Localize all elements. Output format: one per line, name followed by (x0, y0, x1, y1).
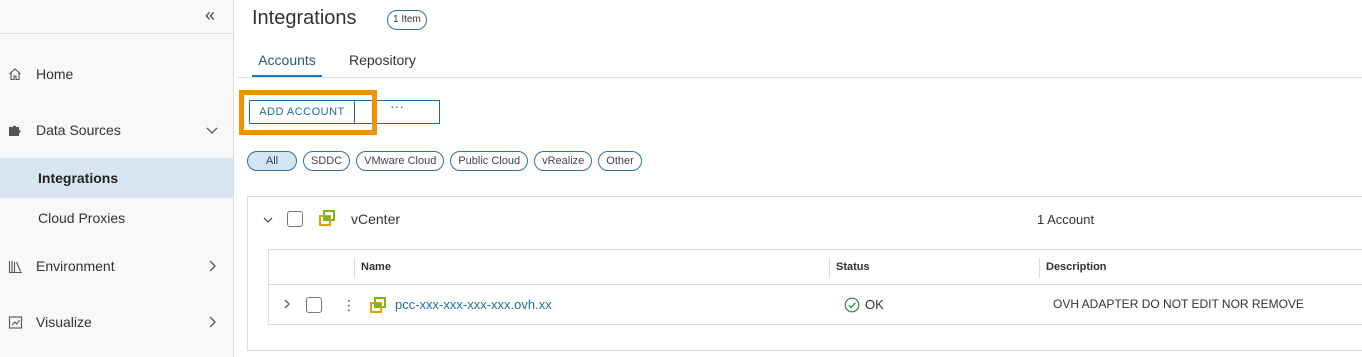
row-select-checkbox[interactable] (306, 297, 322, 313)
sidebar: « Home Data Sources Integrations Cloud P… (0, 0, 234, 357)
filter-sddc[interactable]: SDDC (303, 151, 351, 171)
sidebar-item-label: Visualize (36, 314, 92, 330)
table-row[interactable]: ⋮ pcc-xxx-xxx-xxx-xxx.ovh.xx OK OVH ADAP… (269, 286, 1362, 324)
vcenter-icon (319, 210, 335, 226)
vcenter-icon (370, 297, 386, 313)
sidebar-item-label: Data Sources (36, 122, 121, 138)
tab-repository[interactable]: Repository (346, 50, 426, 78)
integration-group-card: vCenter 1 Account Name Status Descriptio… (247, 196, 1362, 351)
collapse-sidebar-icon[interactable]: « (198, 6, 222, 26)
column-separator[interactable] (829, 258, 830, 278)
add-account-button[interactable]: ADD ACCOUNT (249, 100, 355, 124)
chevron-right-icon[interactable] (281, 298, 293, 310)
column-header-name[interactable]: Name (361, 261, 391, 273)
home-icon (7, 66, 23, 82)
chevron-right-icon (204, 314, 220, 330)
group-account-count: 1 Account (1037, 212, 1095, 227)
tab-accounts[interactable]: Accounts (252, 50, 322, 78)
group-title: vCenter (351, 211, 401, 227)
filter-public-cloud[interactable]: Public Cloud (450, 151, 529, 171)
chevron-right-icon (204, 258, 220, 274)
sidebar-item-visualize[interactable]: Visualize (0, 302, 233, 342)
sidebar-item-label: Home (36, 66, 74, 82)
group-header: vCenter 1 Account (248, 197, 1362, 241)
column-separator[interactable] (1039, 258, 1040, 278)
filter-pills: All SDDC VMware Cloud Public Cloud vReal… (247, 151, 642, 171)
sidebar-item-home[interactable]: Home (0, 54, 233, 94)
sidebar-item-label: Cloud Proxies (38, 210, 126, 226)
filter-all[interactable]: All (247, 151, 297, 171)
status-value: OK (865, 297, 884, 312)
sidebar-divider (0, 33, 233, 34)
column-header-description[interactable]: Description (1046, 261, 1107, 273)
page-title: Integrations (252, 7, 357, 29)
sidebar-item-cloud-proxies[interactable]: Cloud Proxies (0, 198, 233, 238)
filter-vmware-cloud[interactable]: VMware Cloud (356, 151, 445, 171)
description-value: OVH ADAPTER DO NOT EDIT NOR REMOVE (1053, 297, 1304, 311)
sidebar-item-label: Environment (36, 258, 115, 274)
item-count-badge: 1 Item (387, 10, 427, 30)
check-circle-icon (844, 297, 860, 313)
grid-header: Name Status Description (269, 250, 1362, 285)
chevron-down-icon (204, 122, 220, 138)
sidebar-item-data-sources[interactable]: Data Sources (0, 110, 233, 150)
toolbar: ADD ACCOUNT ··· (249, 99, 440, 124)
column-header-status[interactable]: Status (836, 261, 870, 273)
accounts-grid: Name Status Description ⋮ pcc-xxx-xxx-xx… (268, 249, 1362, 325)
tabs-divider (238, 77, 1362, 78)
chevron-down-icon[interactable] (262, 213, 274, 225)
filter-vrealize[interactable]: vRealize (534, 151, 593, 171)
group-select-checkbox[interactable] (287, 211, 303, 227)
puzzle-icon (7, 122, 23, 138)
row-actions-kebab-icon[interactable]: ⋮ (342, 296, 356, 314)
sidebar-item-environment[interactable]: Environment (0, 246, 233, 286)
more-actions-button[interactable]: ··· (355, 99, 440, 124)
sidebar-item-integrations[interactable]: Integrations (0, 158, 233, 198)
library-icon (7, 258, 23, 274)
account-name-link[interactable]: pcc-xxx-xxx-xxx-xxx.ovh.xx (395, 297, 552, 312)
sidebar-item-label: Integrations (38, 170, 119, 186)
chart-icon (7, 314, 23, 330)
filter-other[interactable]: Other (598, 151, 642, 171)
column-separator (354, 258, 355, 278)
